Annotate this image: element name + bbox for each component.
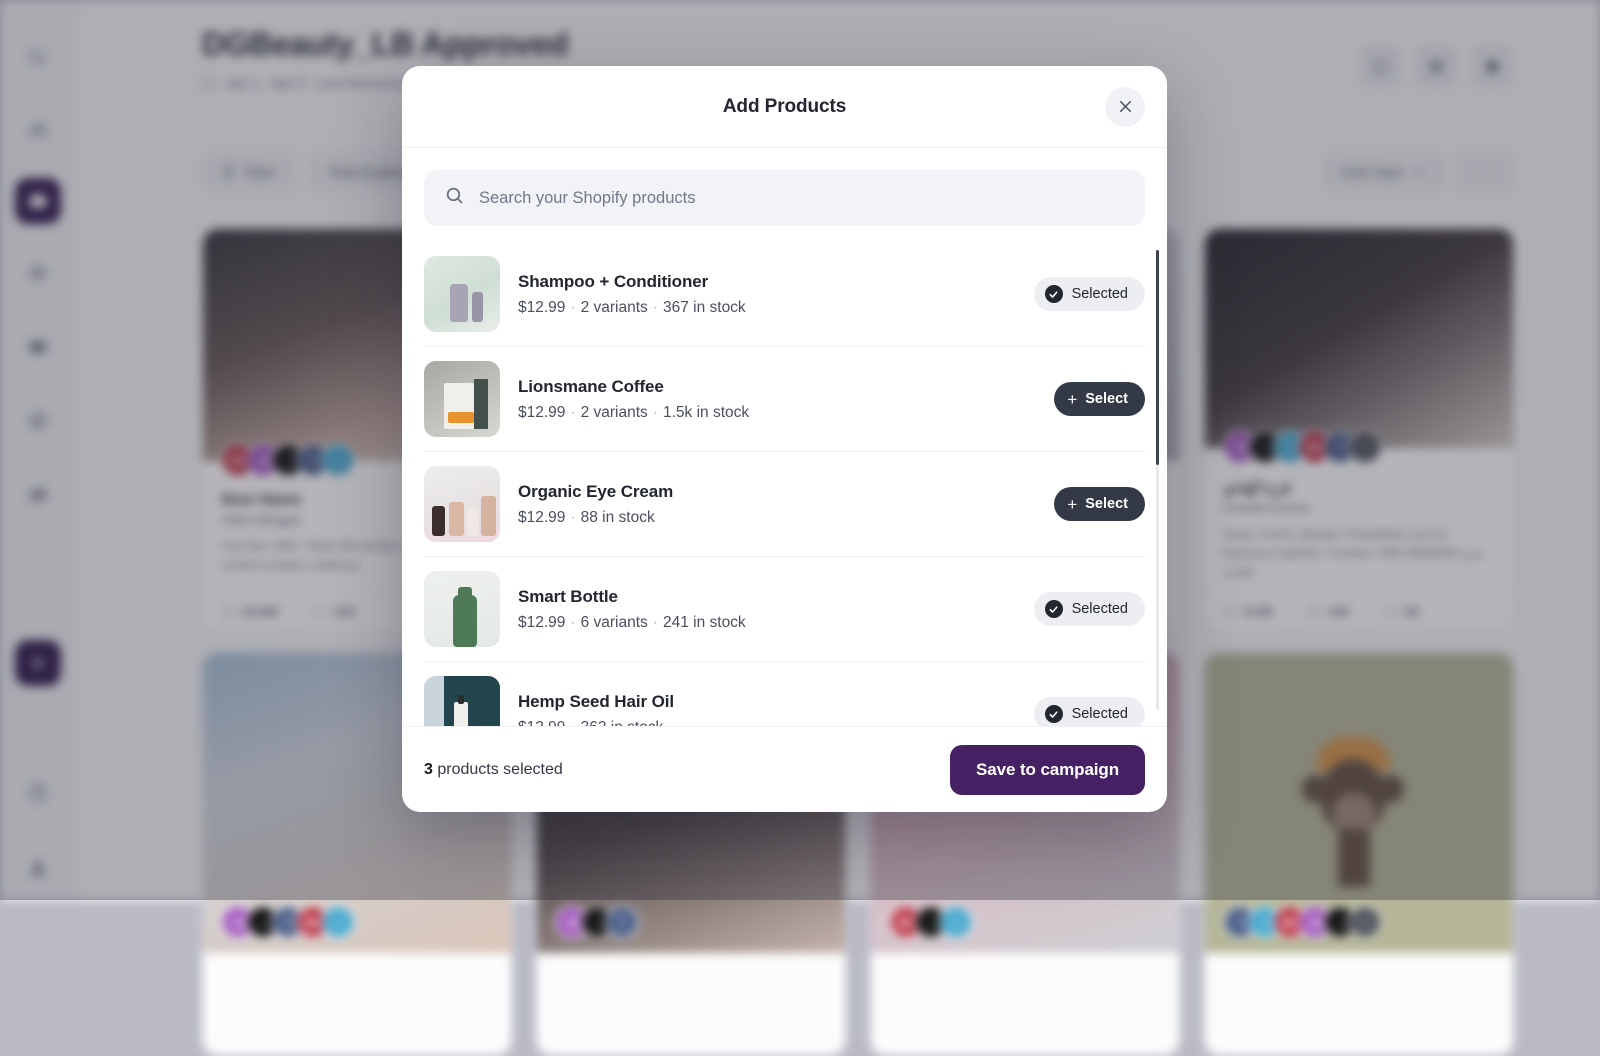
product-name: Hemp Seed Hair Oil: [518, 692, 1016, 712]
selection-count-label: products selected: [433, 761, 563, 778]
selection-count: 3 products selected: [424, 761, 563, 779]
product-stock: 88 in stock: [581, 509, 655, 526]
product-thumbnail: [424, 571, 500, 647]
product-meta: $12.99·88 in stock: [518, 509, 1036, 527]
check-icon: [1045, 600, 1063, 618]
product-selected-button[interactable]: Selected: [1034, 697, 1145, 726]
check-icon: [1045, 705, 1063, 723]
product-button-label: Select: [1085, 496, 1128, 512]
product-meta: $12.99·362 in stock: [518, 719, 1016, 727]
product-button-label: Select: [1085, 391, 1128, 407]
save-to-campaign-button[interactable]: Save to campaign: [950, 745, 1145, 795]
product-button-label: Selected: [1072, 286, 1128, 302]
product-price: $12.99: [518, 614, 565, 631]
product-meta: $12.99·2 variants·367 in stock: [518, 299, 1016, 317]
product-button-label: Selected: [1072, 706, 1128, 722]
search-box[interactable]: [424, 170, 1145, 226]
list-item[interactable]: Smart Bottle $12.99·6 variants·241 in st…: [424, 557, 1145, 662]
product-stock: 362 in stock: [581, 719, 664, 727]
plus-icon: +: [1067, 391, 1077, 408]
product-thumbnail: [424, 256, 500, 332]
list-item[interactable]: Organic Eye Cream $12.99·88 in stock + S…: [424, 452, 1145, 557]
modal-title: Add Products: [723, 96, 846, 118]
list-scrollbar[interactable]: [1156, 250, 1159, 710]
product-thumbnail: [424, 466, 500, 542]
product-variants: 6 variants: [581, 614, 648, 631]
product-meta: $12.99·2 variants·1.5k in stock: [518, 404, 1036, 422]
product-name: Shampoo + Conditioner: [518, 272, 1016, 292]
badge-twitter: t: [321, 905, 355, 939]
product-meta: $12.99·6 variants·241 in stock: [518, 614, 1016, 632]
badge-twitter: t: [939, 905, 973, 939]
list-item[interactable]: Hemp Seed Hair Oil $12.99·362 in stock S…: [424, 662, 1145, 726]
search-input[interactable]: [479, 189, 1125, 208]
selection-count-number: 3: [424, 761, 433, 778]
badge-more: +: [1348, 905, 1382, 939]
scrollbar-thumb[interactable]: [1156, 250, 1159, 465]
product-variants: 2 variants: [581, 299, 648, 316]
add-products-modal: Add Products Shampoo + Conditioner $12.9…: [402, 66, 1167, 812]
product-selected-button[interactable]: Selected: [1034, 592, 1145, 626]
product-thumbnail: [424, 361, 500, 437]
list-item[interactable]: Shampoo + Conditioner $12.99·2 variants·…: [424, 242, 1145, 347]
modal-header: Add Products: [402, 66, 1167, 148]
product-price: $12.99: [518, 404, 565, 421]
close-icon[interactable]: [1105, 87, 1145, 127]
product-button-label: Selected: [1072, 601, 1128, 617]
product-price: $12.99: [518, 719, 565, 727]
product-name: Lionsmane Coffee: [518, 377, 1036, 397]
product-price: $12.99: [518, 299, 565, 316]
product-list: Shampoo + Conditioner $12.99·2 variants·…: [402, 242, 1167, 726]
search-area: [402, 148, 1167, 242]
product-name: Smart Bottle: [518, 587, 1016, 607]
check-icon: [1045, 285, 1063, 303]
product-stock: 1.5k in stock: [663, 404, 749, 421]
search-icon: [444, 185, 465, 211]
list-item[interactable]: Lionsmane Coffee $12.99·2 variants·1.5k …: [424, 347, 1145, 452]
product-name: Organic Eye Cream: [518, 482, 1036, 502]
product-stock: 241 in stock: [663, 614, 746, 631]
product-price: $12.99: [518, 509, 565, 526]
modal-footer: 3 products selected Save to campaign: [402, 726, 1167, 812]
product-stock: 367 in stock: [663, 299, 746, 316]
product-variants: 2 variants: [581, 404, 648, 421]
product-select-button[interactable]: + Select: [1054, 382, 1145, 416]
plus-icon: +: [1067, 496, 1077, 513]
badge-facebook: f: [605, 905, 639, 939]
product-select-button[interactable]: + Select: [1054, 487, 1145, 521]
product-thumbnail: [424, 676, 500, 726]
product-selected-button[interactable]: Selected: [1034, 277, 1145, 311]
